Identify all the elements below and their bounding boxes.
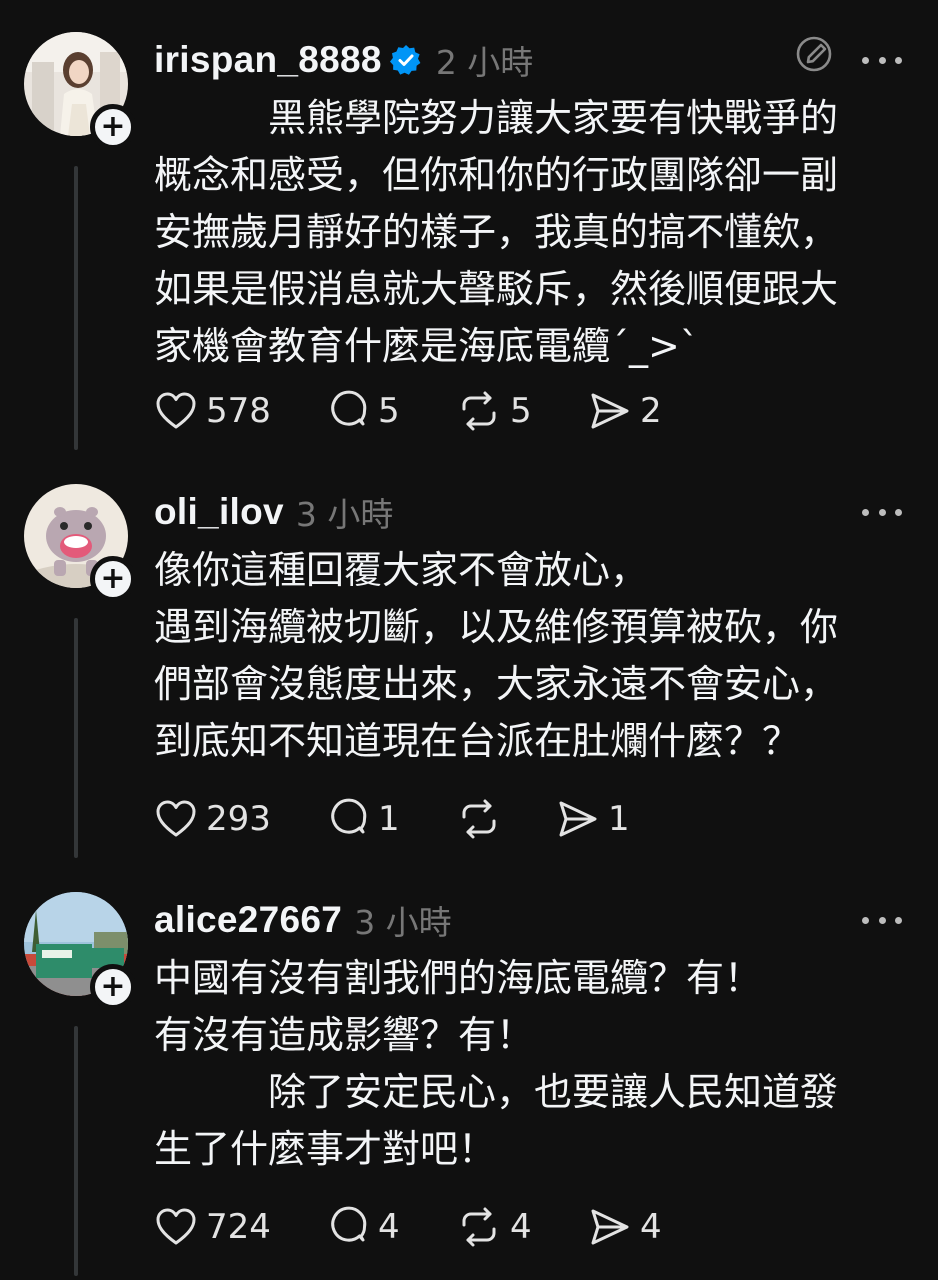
heart-icon [156,800,196,837]
reply-count: 4 [378,1207,400,1247]
thread-line [74,1026,78,1276]
username[interactable]: oli_ilov [154,491,284,533]
heart-icon [156,1208,196,1245]
reply-count: 1 [378,799,400,839]
comment-icon [331,798,367,834]
repost-button[interactable]: 5 [456,386,588,436]
more-icon[interactable] [862,46,902,74]
share-icon [591,1209,629,1245]
repost-icon [462,391,496,431]
share-button[interactable]: 1 [556,794,666,844]
username[interactable]: alice27667 [154,899,342,941]
action-bar: 293 1 1 [154,794,666,844]
avatar-container[interactable]: + [24,32,136,150]
post-header: oli_ilov 3 小時 [154,484,393,540]
like-button[interactable]: 293 [154,794,326,844]
reply-button[interactable]: 4 [326,1202,456,1252]
repost-count: 4 [510,1207,532,1247]
timestamp: 3 小時 [295,495,394,534]
like-button[interactable]: 578 [154,386,326,436]
thread-line [74,166,78,450]
follow-plus-icon[interactable]: + [90,104,136,150]
repost-icon [462,799,496,839]
share-count: 1 [608,799,630,839]
reply-count: 5 [378,391,400,431]
reply-button[interactable]: 1 [326,794,456,844]
like-count: 293 [206,799,271,839]
share-button[interactable]: 4 [588,1202,698,1252]
action-bar: 578 5 5 2 [154,386,698,436]
share-count: 2 [640,391,662,431]
comment-icon [331,390,367,426]
post-text: 像你這種回覆大家不會放心， 遇到海纜被切斷，以及維修預算被砍，你 們部會沒態度出… [154,548,839,763]
follow-plus-icon[interactable]: + [90,964,136,1010]
avatar-container[interactable]: + [24,484,136,602]
avatar-container[interactable]: + [24,892,136,1010]
edit-icon[interactable] [794,34,834,74]
share-button[interactable]: 2 [588,386,698,436]
thread-line [74,618,78,858]
post-text: 中國有沒有割我們的海底電纜？有！ 有沒有造成影響？有！ 除了安定民心，也要讓人民… [154,956,839,1171]
like-button[interactable]: 724 [154,1202,326,1252]
post-text: 黑熊學院努力讓大家要有快戰爭的 概念和感受，但你和你的行政團隊卻一副 安撫歲月靜… [154,96,839,368]
share-count: 4 [640,1207,662,1247]
share-icon [591,393,629,429]
post-header: alice27667 3 小時 [154,892,452,948]
username[interactable]: irispan_8888 [154,39,382,81]
reply-button[interactable]: 5 [326,386,456,436]
heart-icon [156,392,196,429]
action-bar: 724 4 4 4 [154,1202,698,1252]
timestamp: 3 小時 [354,903,452,942]
more-icon[interactable] [862,906,902,934]
timestamp: 2 小時 [435,43,534,82]
repost-button[interactable]: 4 [456,1202,588,1252]
verified-badge-icon [389,45,421,75]
comment-icon [331,1206,367,1242]
post-header: irispan_8888 2 小時 [154,32,533,88]
repost-button[interactable] [456,794,556,844]
follow-plus-icon[interactable]: + [90,556,136,602]
repost-icon [462,1207,496,1247]
repost-count: 5 [510,391,532,431]
like-count: 578 [206,391,271,431]
more-icon[interactable] [862,498,902,526]
share-icon [559,801,597,837]
like-count: 724 [206,1207,271,1247]
